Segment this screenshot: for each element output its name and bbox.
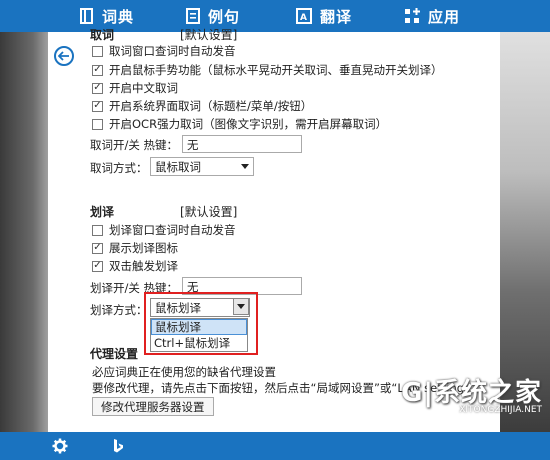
- checkbox[interactable]: ✓: [92, 242, 103, 254]
- option-label: 开启中文取词: [109, 81, 178, 95]
- capture-option-auto-pronounce[interactable]: 取词窗口查词时自动发音: [92, 43, 236, 59]
- option-label: 开启OCR强力取词（图像文字识别，需开启屏幕取词）: [109, 117, 388, 131]
- capture-option-system-ui[interactable]: ✓ 开启系统界面取词（标题栏/菜单/按钮）: [92, 98, 312, 114]
- select-option-show-icon[interactable]: ✓ 展示划译图标: [92, 240, 178, 256]
- checkbox[interactable]: [92, 45, 103, 57]
- back-button[interactable]: [54, 46, 74, 66]
- proxy-status-text: 必应词典正在使用您的缺省代理设置: [92, 365, 276, 379]
- select-translate-default-link[interactable]: [默认设置]: [180, 203, 237, 220]
- proxy-heading: 代理设置: [90, 347, 139, 361]
- bottom-bar: [0, 432, 550, 460]
- capture-mode-select[interactable]: 鼠标取词: [150, 157, 254, 176]
- capture-option-ocr[interactable]: 开启OCR强力取词（图像文字识别，需开启屏幕取词）: [92, 116, 387, 132]
- option-label: 划译窗口查词时自动发音: [109, 223, 236, 237]
- bing-logo-icon[interactable]: [110, 438, 126, 454]
- option-label: 展示划译图标: [109, 241, 178, 255]
- select-option-double-click[interactable]: ✓ 双击触发划译: [92, 258, 178, 274]
- gear-icon[interactable]: [52, 438, 68, 454]
- top-nav-overlay: [0, 0, 550, 32]
- checkbox[interactable]: ✓: [92, 64, 103, 76]
- checkbox[interactable]: [92, 118, 103, 130]
- checkbox[interactable]: ✓: [92, 100, 103, 112]
- chevron-down-icon: [241, 164, 249, 169]
- modify-proxy-button[interactable]: 修改代理服务器设置: [92, 397, 214, 416]
- capture-option-chinese[interactable]: ✓ 开启中文取词: [92, 80, 178, 96]
- capture-mode-label: 取词方式：: [90, 161, 148, 175]
- option-label: 双击触发划译: [109, 259, 178, 273]
- red-highlight-box: [144, 292, 258, 355]
- capture-mode-value: 鼠标取词: [155, 159, 201, 174]
- arrow-left-icon: [58, 51, 69, 61]
- checkbox[interactable]: ✓: [92, 82, 103, 94]
- option-label: 开启系统界面取词（标题栏/菜单/按钮）: [109, 99, 313, 113]
- capture-option-mouse-gesture[interactable]: ✓ 开启鼠标手势功能（鼠标水平晃动开关取词、垂直晃动开关划译）: [92, 62, 443, 78]
- checkbox[interactable]: [92, 224, 103, 236]
- select-translate-heading: 划译: [90, 205, 115, 219]
- select-option-auto-pronounce[interactable]: 划译窗口查词时自动发音: [92, 222, 236, 238]
- capture-hotkey-label: 取词开/关 热键：: [90, 138, 179, 152]
- option-label: 取词窗口查词时自动发音: [109, 44, 236, 58]
- capture-hotkey-input[interactable]: 无: [182, 135, 302, 153]
- watermark-logo-text: G|系统之家: [401, 378, 542, 408]
- option-label: 开启鼠标手势功能（鼠标水平晃动开关取词、垂直晃动开关划译）: [109, 63, 443, 77]
- checkbox[interactable]: ✓: [92, 260, 103, 272]
- site-watermark: G|系统之家 XITONGZHIJIA.NET: [401, 372, 542, 415]
- select-mode-label: 划译方式：: [90, 303, 148, 317]
